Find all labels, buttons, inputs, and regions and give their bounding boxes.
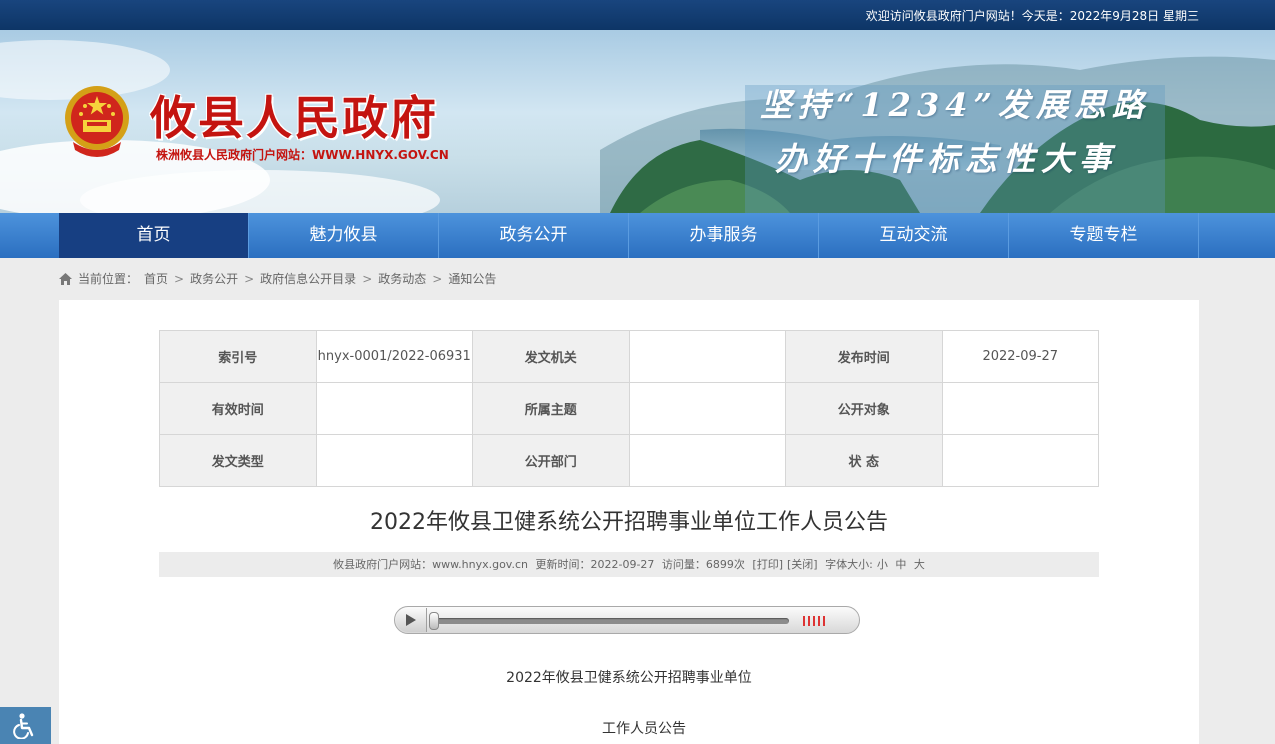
table-row: 索引号 hnyx-0001/2022-06931 发文机关 发布时间 2022-… [159, 330, 1099, 383]
breadcrumb-item-notices[interactable]: 通知公告 [448, 270, 496, 287]
breadcrumb-separator: > [244, 271, 255, 286]
meta-source: 攸县政府门户网站：www.hnyx.gov.cn [333, 558, 528, 571]
play-icon [406, 614, 416, 626]
content-card: 索引号 hnyx-0001/2022-06931 发文机关 发布时间 2022-… [59, 300, 1199, 744]
label-department: 公开部门 [472, 434, 630, 487]
nav-item-government-affairs[interactable]: 政务公开 [439, 213, 629, 258]
breadcrumb: 当前位置： 首页 > 政务公开 > 政府信息公开目录 > 政务动态 > 通知公告 [59, 270, 496, 287]
breadcrumb-item-home[interactable]: 首页 [144, 270, 168, 287]
breadcrumb-item-government-affairs[interactable]: 政务公开 [190, 270, 238, 287]
value-topic [628, 382, 786, 435]
nav-item-services[interactable]: 办事服务 [629, 213, 819, 258]
value-status [941, 434, 1099, 487]
breadcrumb-separator: > [362, 271, 373, 286]
header-banner: 攸县人民政府 株洲攸县人民政府门户网站：WWW.HNYX.GOV.CN 坚持“1… [0, 30, 1275, 213]
value-audience [941, 382, 1099, 435]
nav-item-special-topics[interactable]: 专题专栏 [1009, 213, 1199, 258]
home-icon [59, 272, 72, 285]
welcome-text: 欢迎访问攸县政府门户网站！今天是：2022年9月28日 星期三 [865, 9, 1199, 23]
label-document-type: 发文类型 [159, 434, 317, 487]
meta-updated: 更新时间：2022-09-27 [535, 558, 655, 571]
accessibility-button[interactable] [0, 707, 51, 744]
value-publish-date: 2022-09-27 [941, 330, 1099, 383]
label-topic: 所属主题 [472, 382, 630, 435]
value-issuing-authority [628, 330, 786, 383]
site-title[interactable]: 攸县人民政府 [150, 82, 438, 148]
font-size-label: 字体大小: [825, 558, 873, 571]
nav-item-charm-youxian[interactable]: 魅力攸县 [249, 213, 439, 258]
volume-icon[interactable] [803, 615, 829, 627]
breadcrumb-separator: > [432, 271, 443, 286]
table-row: 有效时间 所属主题 公开对象 [159, 382, 1099, 435]
breadcrumb-item-news[interactable]: 政务动态 [378, 270, 426, 287]
value-index-number: hnyx-0001/2022-06931 [315, 330, 473, 383]
article-title: 2022年攸县卫健系统公开招聘事业单位工作人员公告 [370, 510, 888, 535]
value-document-type [315, 434, 473, 487]
nav-item-interaction[interactable]: 互动交流 [819, 213, 1009, 258]
print-link[interactable]: [打印] [752, 558, 783, 571]
play-button[interactable] [396, 608, 427, 632]
label-valid-period: 有效时间 [159, 382, 317, 435]
label-publish-date: 发布时间 [785, 330, 943, 383]
font-size-medium[interactable]: 中 [895, 558, 906, 571]
breadcrumb-separator: > [174, 271, 185, 286]
progress-track[interactable] [433, 618, 789, 624]
document-info-table: 索引号 hnyx-0001/2022-06931 发文机关 发布时间 2022-… [159, 330, 1099, 487]
value-department [628, 434, 786, 487]
slogan-line-2: 办好十件标志性大事 [775, 140, 1118, 178]
breadcrumb-prefix: 当前位置： [78, 272, 139, 286]
article-paragraph: 工作人员公告 [602, 721, 686, 737]
article-meta-bar: 攸县政府门户网站：www.hnyx.gov.cn 更新时间：2022-09-27… [159, 552, 1099, 577]
label-issuing-authority: 发文机关 [472, 330, 630, 383]
audio-player [394, 606, 860, 634]
slogan-line-1: 坚持“1234”发展思路 [760, 86, 1150, 124]
font-size-small[interactable]: 小 [877, 558, 888, 571]
font-size-large[interactable]: 大 [914, 558, 925, 571]
label-status: 状 态 [785, 434, 943, 487]
wheelchair-icon [13, 713, 34, 739]
national-emblem [65, 86, 129, 157]
progress-knob[interactable] [429, 612, 439, 630]
label-index-number: 索引号 [159, 330, 317, 383]
site-subtitle: 株洲攸县人民政府门户网站：WWW.HNYX.GOV.CN [156, 148, 449, 162]
value-valid-period [315, 382, 473, 435]
table-row: 发文类型 公开部门 状 态 [159, 434, 1099, 487]
top-bar: 欢迎访问攸县政府门户网站！今天是：2022年9月28日 星期三 [0, 0, 1275, 30]
nav-item-home[interactable]: 首页 [59, 213, 249, 258]
close-link[interactable]: [关闭] [787, 558, 818, 571]
meta-views: 访问量：6899次 [661, 558, 745, 571]
article-paragraph: 2022年攸县卫健系统公开招聘事业单位 [506, 670, 752, 686]
main-nav: 首页 魅力攸县 政务公开 办事服务 互动交流 专题专栏 [0, 213, 1275, 258]
breadcrumb-item-info-catalog[interactable]: 政府信息公开目录 [260, 270, 356, 287]
label-audience: 公开对象 [785, 382, 943, 435]
